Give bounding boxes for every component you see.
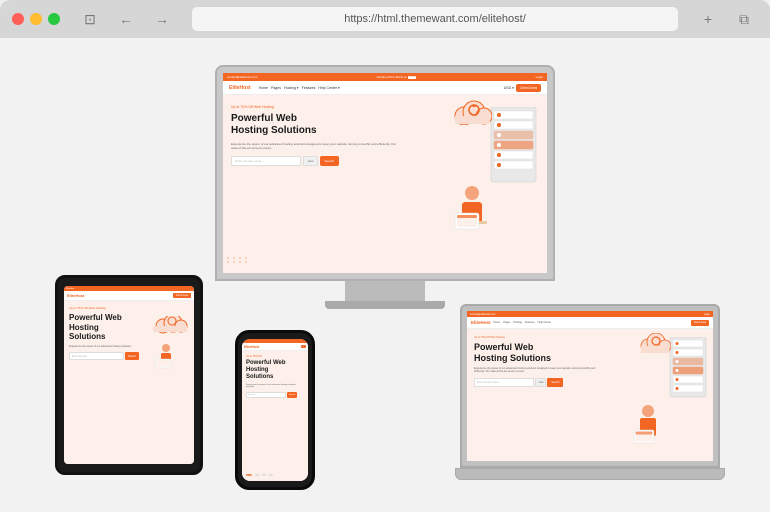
domain-extension-select: .com — [303, 156, 318, 166]
tablet-illustration — [151, 316, 191, 376]
tablet-cta: Client Area — [173, 293, 191, 298]
site-topbar: contact@elitehost.com Hosting Price Star… — [223, 73, 547, 81]
forward-button[interactable]: → — [148, 8, 176, 30]
laptop-base — [455, 468, 725, 480]
traffic-lights — [12, 13, 60, 25]
phone-search-btn: Search — [287, 392, 297, 398]
tablet-hero-desc: Experience the power of our advanced hos… — [69, 345, 141, 349]
address-bar[interactable]: https://html.themewant.com/elitehost/ — [192, 7, 678, 31]
phone-tag: Up to 75% Off — [246, 355, 304, 358]
tablet-frame: EliteHost EliteHost Client Area Up to 75… — [55, 275, 203, 475]
tablet-navbar: EliteHost Client Area — [64, 291, 194, 301]
tablet-site-content: EliteHost EliteHost Client Area Up to 75… — [64, 286, 194, 464]
desktop-site-content: contact@elitehost.com Hosting Price Star… — [223, 73, 547, 273]
laptop-device: contact@elitehost.com Login EliteHost Ho… — [460, 304, 725, 480]
laptop-cloud-illustration — [639, 333, 671, 358]
close-button[interactable] — [12, 13, 24, 25]
laptop-desc: Experience the power of our advanced hos… — [474, 367, 602, 374]
nav-help: Help Center ▾ — [318, 86, 339, 90]
minimize-button[interactable] — [30, 13, 42, 25]
person-illustration — [447, 183, 497, 243]
laptop-screen: contact@elitehost.com Login EliteHost Ho… — [467, 311, 713, 461]
phone-screen: EliteHost ≡ Up to 75% Off Powerful WebHo… — [242, 339, 308, 481]
tablet-search-btn: Search — [125, 352, 139, 360]
nav-hosting: Hosting ▾ — [284, 86, 299, 90]
phone-title: Powerful WebHostingSolutions — [246, 360, 304, 382]
monitor-screen: contact@elitehost.com Hosting Price Star… — [223, 73, 547, 273]
site-hero: Up to 75% Off Web Hosting Powerful Web H… — [223, 95, 547, 273]
browser-window: ⊡ ← → https://html.themewant.com/eliteho… — [0, 0, 770, 512]
nav-pages: Pages — [271, 86, 281, 90]
back-button[interactable]: ← — [112, 8, 140, 30]
nav-currency: USD ▾ — [504, 86, 514, 90]
decorative-dots — [227, 257, 249, 263]
nav-home: Home — [259, 86, 268, 90]
topbar-login: Login — [536, 75, 543, 79]
laptop-cta: Client Area — [691, 320, 709, 326]
phone-desc: Experience the power of our advanced hos… — [246, 384, 304, 390]
phone-device: EliteHost ≡ Up to 75% Off Powerful WebHo… — [235, 330, 315, 490]
sidebar-toggle-button[interactable]: ⊡ — [76, 8, 104, 30]
laptop-person-illustration — [628, 403, 668, 456]
topbar-middle: Hosting Price Starts at — [377, 75, 407, 79]
add-tab-button[interactable]: + — [694, 8, 722, 30]
tablet-hero-tag: Up to 75% Off Web Hosting — [69, 306, 189, 310]
browser-titlebar: ⊡ ← → https://html.themewant.com/eliteho… — [0, 0, 770, 38]
monitor-frame: contact@elitehost.com Hosting Price Star… — [215, 65, 555, 281]
search-button: Search — [320, 156, 340, 166]
tablet-device: EliteHost EliteHost Client Area Up to 75… — [55, 275, 203, 475]
server-rack-illustration — [486, 107, 541, 192]
nav-cta: Client Area — [516, 84, 541, 92]
domain-search-input: Enter domain name... — [231, 156, 301, 166]
nav-features: Features — [302, 86, 316, 90]
monitor-base — [325, 301, 445, 309]
devices-showcase: contact@elitehost.com Hosting Price Star… — [25, 55, 745, 495]
maximize-button[interactable] — [48, 13, 60, 25]
laptop-hero: Up to 75% Off Web Hosting Powerful WebHo… — [467, 329, 713, 461]
laptop-navbar: EliteHost Home Pages Hosting Features He… — [467, 317, 713, 329]
site-navbar: EliteHost Home Pages Hosting ▾ Features … — [223, 81, 547, 95]
topbar-badge: $2.99 — [408, 76, 416, 79]
topbar-email: contact@elitehost.com — [227, 75, 257, 79]
phone-cta: ≡ — [301, 345, 306, 348]
laptop-site-content: contact@elitehost.com Login EliteHost Ho… — [467, 311, 713, 461]
monitor-stand — [345, 281, 425, 301]
site-logo: EliteHost — [229, 85, 251, 91]
duplicate-tab-button[interactable]: ⧉ — [730, 8, 758, 30]
desktop-monitor: contact@elitehost.com Hosting Price Star… — [215, 65, 555, 309]
phone-frame: EliteHost ≡ Up to 75% Off Powerful WebHo… — [235, 330, 315, 490]
phone-bottom-row — [246, 474, 273, 476]
cloud-illustration — [452, 100, 492, 130]
laptop-lid: contact@elitehost.com Login EliteHost Ho… — [460, 304, 720, 468]
url-text: https://html.themewant.com/elitehost/ — [344, 13, 526, 25]
hero-description: Experience the power of our advanced hos… — [231, 142, 400, 150]
laptop-search-btn: Search — [547, 378, 563, 387]
phone-search: domain... Search — [246, 392, 304, 398]
phone-site-content: EliteHost ≡ Up to 75% Off Powerful WebHo… — [242, 339, 308, 481]
browser-content: contact@elitehost.com Hosting Price Star… — [0, 38, 770, 512]
phone-hero: Up to 75% Off Powerful WebHostingSolutio… — [242, 351, 308, 400]
laptop-server-illustration — [667, 337, 709, 407]
phone-navbar: EliteHost ≡ — [242, 343, 308, 351]
nav-items: Home Pages Hosting ▾ Features Help Cente… — [259, 86, 340, 90]
tablet-screen: EliteHost EliteHost Client Area Up to 75… — [64, 286, 194, 464]
